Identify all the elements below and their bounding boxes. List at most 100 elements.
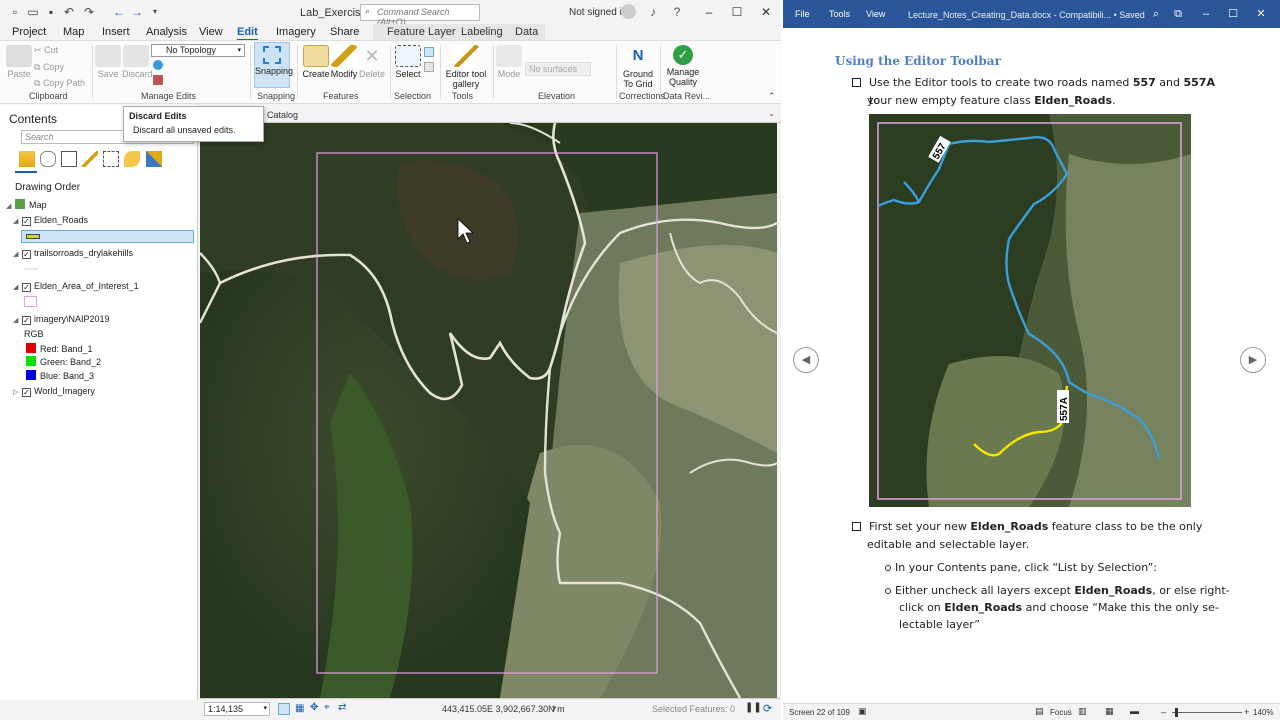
save-edits-button[interactable]: Save [95, 45, 121, 79]
focus-icon[interactable]: ▤ [1035, 706, 1044, 717]
signin-status[interactable]: Not signed in [569, 7, 627, 18]
help-icon[interactable]: ? [669, 4, 685, 20]
expand-arrow-icon[interactable]: ▷ [13, 388, 22, 396]
copy-path-button[interactable]: ⧉ Copy Path [34, 78, 85, 89]
refresh-icon[interactable]: ⟳ [763, 702, 772, 715]
user-avatar-icon[interactable] [621, 4, 636, 19]
tab-analysis[interactable]: Analysis [146, 26, 187, 38]
cut-button[interactable]: ✂ Cut [34, 45, 58, 56]
tab-feature-layer[interactable]: Feature Layer [387, 26, 455, 38]
list-by-perspective-icon[interactable] [146, 151, 162, 167]
focus-button[interactable]: Focus [1050, 708, 1072, 717]
list-by-editing-icon[interactable] [82, 151, 98, 167]
scale-dropdown[interactable]: 1:14,135 ▾ [204, 702, 270, 716]
layer-visibility-checkbox[interactable]: ✓ [22, 250, 31, 259]
tab-project[interactable]: Project [12, 26, 46, 38]
tab-insert[interactable]: Insert [102, 26, 130, 38]
layer-naip[interactable]: ◢ ✓ imagery\NAIP2019 [13, 314, 110, 325]
word-tab-tools[interactable]: Tools [829, 9, 850, 19]
back-icon[interactable]: ← [112, 5, 126, 19]
attributes-icon[interactable] [424, 47, 434, 57]
maximize-icon[interactable]: ☐ [1224, 6, 1242, 22]
web-layout-icon[interactable]: ▬ [1130, 706, 1139, 716]
tab-view[interactable]: View [199, 26, 223, 38]
forward-icon[interactable]: → [130, 5, 144, 19]
chevron-down-icon[interactable]: ▾ [552, 703, 557, 714]
navigator-icon[interactable]: ⌖ [324, 702, 330, 713]
clear-selection-icon[interactable] [424, 62, 434, 72]
aerial-imagery[interactable] [200, 123, 777, 698]
elevation-mode-button[interactable]: Mode [496, 45, 522, 79]
print-layout-icon[interactable]: ▦ [1105, 706, 1114, 717]
command-search-input[interactable]: ⌕ Command Search (Alt+Q) [360, 4, 480, 27]
globe-icon[interactable] [153, 60, 163, 70]
zoom-slider-track[interactable] [1172, 712, 1242, 713]
previous-screen-button[interactable]: ◀ [793, 347, 819, 373]
close-icon[interactable]: ✕ [1252, 6, 1270, 22]
list-by-source-icon[interactable] [40, 151, 56, 167]
map-view[interactable] [200, 123, 777, 698]
create-button[interactable]: Create [302, 45, 330, 79]
customize-qat-icon[interactable]: ▾ [148, 5, 162, 19]
collapse-ribbon-icon[interactable]: ⌃ [768, 91, 776, 102]
ground-to-grid-button[interactable]: N Ground To Grid [620, 45, 656, 89]
tab-edit[interactable]: Edit [237, 26, 258, 41]
fixed-zoom-icon[interactable] [278, 703, 290, 715]
manage-quality-button[interactable]: ✓ Manage Quality [664, 45, 702, 87]
save-project-icon[interactable]: ▪ [44, 5, 58, 19]
zoom-out-icon[interactable]: – [1161, 707, 1166, 717]
surface-dropdown[interactable]: No surfaces [525, 62, 591, 76]
layer-visibility-checkbox[interactable]: ✓ [22, 316, 31, 325]
minimize-icon[interactable]: – [1197, 6, 1215, 22]
copy-button[interactable]: ⧉ Copy [34, 62, 64, 73]
redo-icon[interactable]: ↷ [82, 5, 96, 19]
tab-share[interactable]: Share [330, 26, 359, 38]
restore-window-icon[interactable]: ⧉ [1169, 6, 1187, 22]
map-node[interactable]: ◢ Map [6, 199, 47, 210]
layer-visibility-checkbox[interactable]: ✓ [22, 388, 31, 397]
collapse-arrow-icon[interactable]: ◢ [6, 202, 15, 210]
list-by-snapping-icon[interactable] [103, 151, 119, 167]
document-title[interactable]: Lecture_Notes_Creating_Data.docx - Compa… [908, 10, 1145, 20]
list-by-selection-icon[interactable] [61, 151, 77, 167]
layer-visibility-checkbox[interactable]: ✓ [22, 217, 31, 226]
maximize-icon[interactable]: ☐ [727, 2, 747, 22]
read-mode-icon[interactable]: ▥ [1078, 706, 1087, 717]
close-icon[interactable]: ✕ [756, 2, 776, 22]
tab-catalog[interactable]: Catalog [267, 110, 298, 120]
grid-icon[interactable]: ▦ [295, 703, 304, 714]
proofing-icon[interactable]: ▣ [858, 706, 867, 717]
layer-trails[interactable]: ◢ ✓ trailsorroads_drylakehills [13, 248, 133, 259]
tab-imagery[interactable]: Imagery [276, 26, 316, 38]
error-inspector-icon[interactable] [153, 75, 163, 85]
snapping-button[interactable]: Snapping [254, 42, 293, 88]
search-icon[interactable]: ⌕ [1147, 6, 1165, 22]
layer-world-imagery[interactable]: ▷ ✓ World_Imagery [13, 386, 95, 397]
discard-edits-button[interactable]: Discard [122, 45, 153, 79]
task-checkbox-2[interactable] [852, 522, 861, 531]
notification-bell-icon[interactable]: ♪ [645, 4, 661, 20]
list-by-drawing-order-icon[interactable] [19, 151, 35, 167]
collapse-arrow-icon[interactable]: ◢ [13, 316, 22, 324]
word-tab-file[interactable]: File [795, 9, 810, 19]
list-by-labeling-icon[interactable] [124, 151, 140, 167]
collapse-arrow-icon[interactable]: ◢ [13, 283, 22, 291]
layer-elden-aoi[interactable]: ◢ ✓ Elden_Area_of_Interest_1 [13, 281, 139, 292]
word-tab-view[interactable]: View [866, 9, 885, 19]
elden-roads-symbol-row[interactable] [21, 230, 194, 243]
layer-elden-roads[interactable]: ◢ ✓ Elden_Roads [13, 215, 88, 226]
zoom-in-icon[interactable]: + [1244, 707, 1249, 717]
pause-icon[interactable]: ❚❚ [745, 702, 762, 713]
open-project-icon[interactable]: ▭ [26, 5, 40, 19]
sync-icon[interactable]: ⇄ [338, 702, 346, 713]
editor-tool-gallery-button[interactable]: Editor tool gallery [444, 45, 488, 89]
modify-button[interactable]: Modify [329, 45, 359, 79]
select-button[interactable]: Select [394, 45, 422, 79]
new-project-icon[interactable]: ▫ [8, 5, 22, 19]
minimize-icon[interactable]: – [699, 2, 719, 22]
topology-dropdown[interactable]: No Topology ▾ [151, 44, 245, 57]
tab-data[interactable]: Data [515, 26, 538, 38]
paste-button[interactable]: Paste [6, 45, 32, 79]
tab-labeling[interactable]: Labeling [461, 26, 503, 38]
zoom-slider-thumb[interactable] [1175, 708, 1178, 717]
